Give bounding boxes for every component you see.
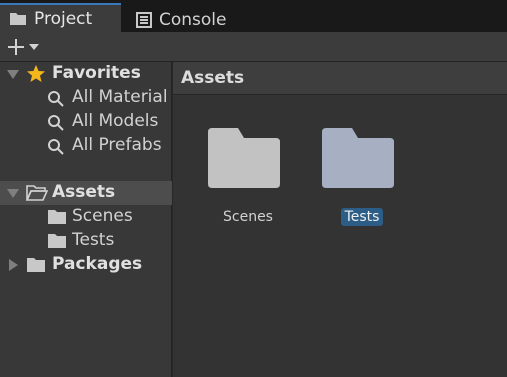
sidebar-item-tests[interactable]: Tests [0,229,172,253]
toolbar [0,32,507,62]
expand-arrow-icon[interactable] [7,70,19,79]
search-icon [47,114,65,132]
search-icon [47,138,65,156]
sidebar-item-all-prefabs[interactable]: All Prefabs [0,134,172,158]
sidebar-item-label: Assets [52,182,116,202]
tab-label: Console [159,9,227,30]
folder-icon [9,11,27,26]
folder-open-icon [26,184,48,201]
sidebar-item-all-material[interactable]: All Material [0,86,172,110]
sidebar-item-label: Scenes [72,206,133,226]
asset-label: Scenes [223,209,273,225]
folder-icon [47,209,67,225]
asset-folder-scenes[interactable]: Scenes [198,128,298,238]
sidebar-item-label: All Material [72,87,168,107]
asset-browser: Assets Scenes Tests [173,62,507,377]
folder-icon [208,128,280,192]
star-icon [26,64,46,84]
sidebar-item-label: All Models [72,111,159,131]
folder-icon [47,233,67,249]
sidebar-item-label: All Prefabs [72,135,162,155]
page-title[interactable]: Assets [181,68,244,88]
plus-icon [6,37,26,57]
project-sidebar: Favorites All Material All Models All Pr… [0,62,172,377]
expand-arrow-icon[interactable] [7,189,19,198]
asset-folder-tests[interactable]: Tests [312,128,412,238]
sidebar-item-favorites[interactable]: Favorites [0,62,172,86]
sidebar-item-label: Packages [52,254,143,274]
sidebar-item-scenes[interactable]: Scenes [0,205,172,229]
add-button[interactable] [6,36,50,58]
sidebar-item-assets[interactable]: Assets [0,181,172,205]
search-icon [47,90,65,108]
sidebar-item-all-models[interactable]: All Models [0,110,172,134]
folder-icon [26,257,46,273]
breadcrumb: Assets [173,62,507,95]
console-icon [136,11,152,28]
tab-label: Project [34,8,93,29]
sidebar-item-label: Tests [72,230,115,250]
sidebar-item-label: Favorites [52,63,141,83]
sidebar-item-packages[interactable]: Packages [0,253,172,277]
chevron-down-icon [29,43,39,51]
tab-console[interactable]: Console [123,5,263,34]
folder-icon [322,128,394,192]
tab-project[interactable]: Project [0,3,121,32]
asset-label: Tests [340,208,384,226]
tab-bar: Project Console [0,0,507,32]
expand-arrow-icon[interactable] [9,259,18,271]
